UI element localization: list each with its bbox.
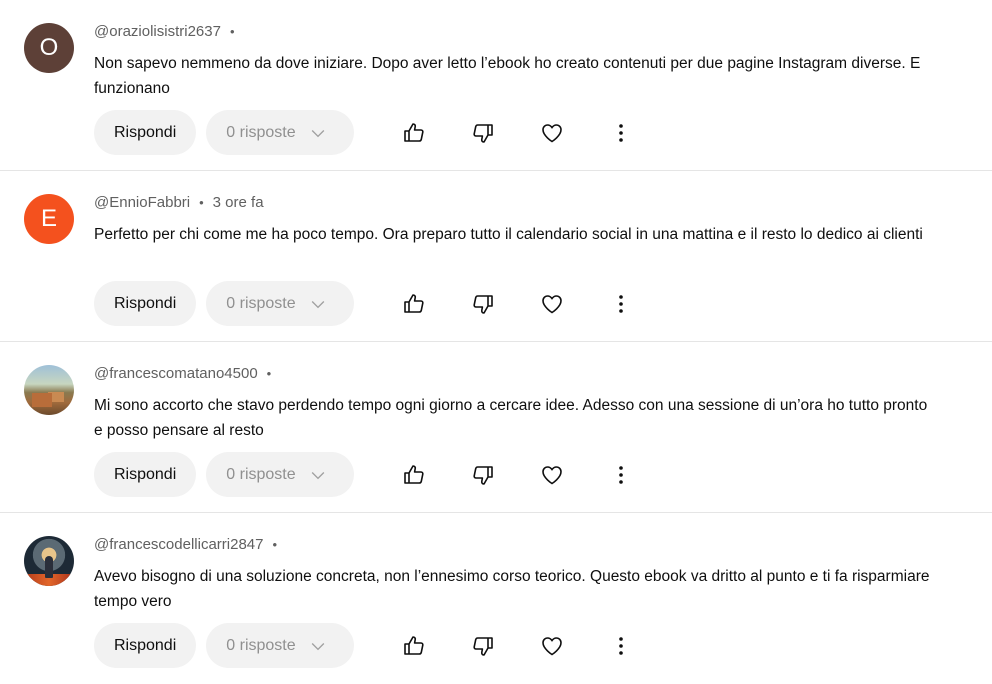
comment-text: Non sapevo nemmeno da dove iniziare. Dop…	[94, 55, 921, 97]
comment-author[interactable]: @francescodellicarri2847	[94, 536, 263, 553]
more-vert-icon	[618, 636, 623, 655]
thumb-down-icon	[472, 294, 493, 314]
heart-button[interactable]	[529, 623, 574, 668]
more-vert-icon	[618, 465, 623, 484]
replies-count: 0 risposte	[226, 294, 296, 312]
thumb-up-icon	[403, 293, 424, 313]
dislike-button[interactable]	[460, 281, 505, 326]
replies-button[interactable]: 0 risposte	[206, 623, 355, 668]
thumb-up-icon	[403, 635, 424, 655]
chevron-down-icon	[311, 642, 324, 650]
comment-actions: Rispondi 0 risposte	[94, 281, 654, 326]
replies-button[interactable]: 0 risposte	[206, 281, 355, 326]
comment: E @EnnioFabbri • 3 ore fa Perfetto per c…	[0, 171, 992, 342]
comment-text: Perfetto per chi come me ha poco tempo. …	[94, 226, 923, 243]
replies-button[interactable]: 0 risposte	[206, 110, 355, 155]
comment-actions: Rispondi 0 risposte	[94, 110, 654, 155]
more-vert-icon	[618, 123, 623, 142]
like-button[interactable]	[391, 110, 436, 155]
more-options-button[interactable]	[598, 281, 643, 326]
thumb-up-icon	[403, 122, 424, 142]
dislike-button[interactable]	[460, 110, 505, 155]
chevron-down-icon	[311, 300, 324, 308]
thumb-up-icon	[403, 464, 424, 484]
heart-icon	[541, 636, 562, 655]
comment-text: Avevo bisogno di una soluzione concreta,…	[94, 568, 930, 610]
reply-button[interactable]: Rispondi	[94, 281, 197, 326]
comment-actions: Rispondi 0 risposte	[94, 623, 654, 668]
reply-button[interactable]: Rispondi	[94, 110, 197, 155]
comment-actions: Rispondi 0 risposte	[94, 452, 654, 497]
thumb-down-icon	[472, 465, 493, 485]
thumb-down-icon	[472, 636, 493, 656]
comment-text: Mi sono accorto che stavo perdendo tempo…	[94, 397, 928, 439]
heart-icon	[541, 123, 562, 142]
heart-icon	[541, 465, 562, 484]
comment-author[interactable]: @EnnioFabbri	[94, 194, 190, 211]
separator-dot: •	[229, 24, 235, 39]
comment: O @oraziolisistri2637 • Non sapevo nemme…	[0, 0, 992, 171]
reply-button[interactable]: Rispondi	[94, 623, 197, 668]
avatar[interactable]: O	[24, 23, 74, 73]
separator-dot: •	[272, 537, 278, 552]
avatar[interactable]	[24, 536, 74, 586]
comment-meta: @EnnioFabbri • 3 ore fa	[94, 194, 264, 211]
like-button[interactable]	[391, 452, 436, 497]
heart-button[interactable]	[529, 110, 574, 155]
dislike-button[interactable]	[460, 452, 505, 497]
chevron-down-icon	[311, 471, 324, 479]
heart-icon	[541, 294, 562, 313]
comment-meta: @oraziolisistri2637 •	[94, 23, 244, 40]
comment-author[interactable]: @francescomatano4500	[94, 365, 258, 382]
heart-button[interactable]	[529, 281, 574, 326]
replies-button[interactable]: 0 risposte	[206, 452, 355, 497]
like-button[interactable]	[391, 623, 436, 668]
dislike-button[interactable]	[460, 623, 505, 668]
more-options-button[interactable]	[598, 452, 643, 497]
more-options-button[interactable]	[598, 623, 643, 668]
avatar-letter: E	[40, 205, 57, 232]
separator-dot: •	[199, 195, 204, 210]
replies-count: 0 risposte	[226, 636, 296, 654]
avatar-letter: O	[39, 34, 59, 61]
avatar[interactable]: E	[24, 194, 74, 244]
comment-meta: @francescodellicarri2847 •	[94, 536, 286, 553]
heart-button[interactable]	[529, 452, 574, 497]
thumb-down-icon	[472, 123, 493, 143]
more-options-button[interactable]	[598, 110, 643, 155]
comment-list: O @oraziolisistri2637 • Non sapevo nemme…	[0, 0, 992, 684]
like-button[interactable]	[391, 281, 436, 326]
chevron-down-icon	[311, 129, 324, 137]
comment-author[interactable]: @oraziolisistri2637	[94, 23, 221, 40]
avatar[interactable]	[24, 365, 74, 415]
replies-count: 0 risposte	[226, 465, 296, 483]
more-vert-icon	[618, 294, 623, 313]
replies-count: 0 risposte	[226, 123, 296, 141]
comment-time[interactable]: 3 ore fa	[213, 194, 264, 211]
reply-button[interactable]: Rispondi	[94, 452, 197, 497]
comment: @francescomatano4500 • Mi sono accorto c…	[0, 342, 992, 513]
comment-meta: @francescomatano4500 •	[94, 365, 280, 382]
comment: @francescodellicarri2847 • Avevo bisogno…	[0, 513, 992, 684]
separator-dot: •	[266, 366, 272, 381]
